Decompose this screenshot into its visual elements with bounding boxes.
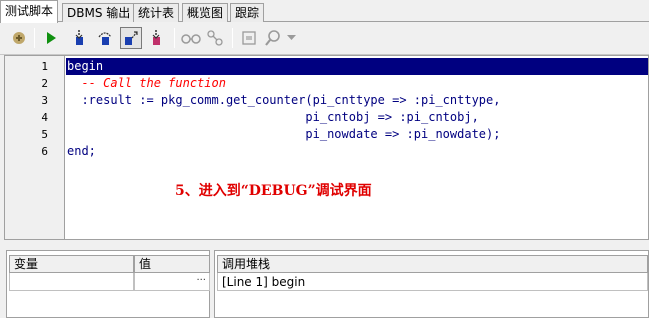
line-number: 6: [41, 145, 48, 158]
ellipsis-button[interactable]: ···: [196, 273, 206, 289]
step-out-icon[interactable]: [120, 27, 142, 49]
call-stack-row[interactable]: [Line 1] begin: [217, 273, 648, 291]
step-into-icon[interactable]: [68, 27, 90, 49]
breakpoints-icon[interactable]: [204, 27, 226, 49]
line-number: 5: [41, 128, 48, 141]
call-stack-panel: 调用堆栈 [Line 1] begin: [214, 250, 649, 318]
code-line[interactable]: :result := pkg_comm.get_counter(pi_cntty…: [66, 92, 648, 109]
find-icon[interactable]: [262, 27, 284, 49]
variable-value-cell[interactable]: ···: [134, 273, 210, 291]
debug-toolbar: [0, 22, 649, 55]
code-line-comment[interactable]: -- Call the function: [66, 75, 648, 92]
column-header-value[interactable]: 值: [134, 255, 210, 273]
debug-start-icon[interactable]: [8, 27, 30, 49]
tab-bar: 测试脚本 DBMS 输出 统计表 概览图 跟踪: [0, 0, 649, 23]
code-line[interactable]: pi_cntobj => :pi_cntobj,: [66, 109, 648, 126]
code-line-current[interactable]: begin: [66, 58, 648, 75]
line-number: 2: [41, 77, 48, 90]
dropdown-arrow-icon[interactable]: [284, 27, 298, 49]
code-line[interactable]: pi_nowdate => :pi_nowdate);: [66, 126, 648, 143]
code-editor[interactable]: 1 2 3 4 5 6 begin -- Call the function :…: [4, 55, 649, 240]
line-number: 4: [41, 111, 48, 124]
line-number: 1: [41, 60, 48, 73]
execute-icon[interactable]: [40, 27, 62, 49]
line-number: 3: [41, 94, 48, 107]
tab-statistics[interactable]: 统计表: [133, 3, 180, 22]
tab-trace[interactable]: 跟踪: [230, 3, 265, 22]
instruction-annotation: 5、进入到“DEBUG”调试界面: [175, 183, 372, 199]
tab-overview[interactable]: 概览图: [182, 3, 229, 22]
line-number-gutter: 1 2 3 4 5 6: [5, 56, 65, 239]
code-line[interactable]: end;: [66, 143, 648, 160]
call-stack-header: 调用堆栈: [217, 255, 648, 273]
set-variable-icon[interactable]: [238, 27, 260, 49]
tab-test-script[interactable]: 测试脚本: [0, 0, 59, 23]
tab-dbms-output[interactable]: DBMS 输出: [62, 3, 136, 22]
watch-glasses-icon[interactable]: [180, 27, 202, 49]
variables-panel: 变量 值 ···: [6, 250, 210, 318]
column-header-variable[interactable]: 变量: [9, 255, 134, 273]
variable-name-cell[interactable]: [9, 273, 134, 291]
step-over-icon[interactable]: [94, 27, 116, 49]
run-to-exception-icon[interactable]: [146, 27, 168, 49]
